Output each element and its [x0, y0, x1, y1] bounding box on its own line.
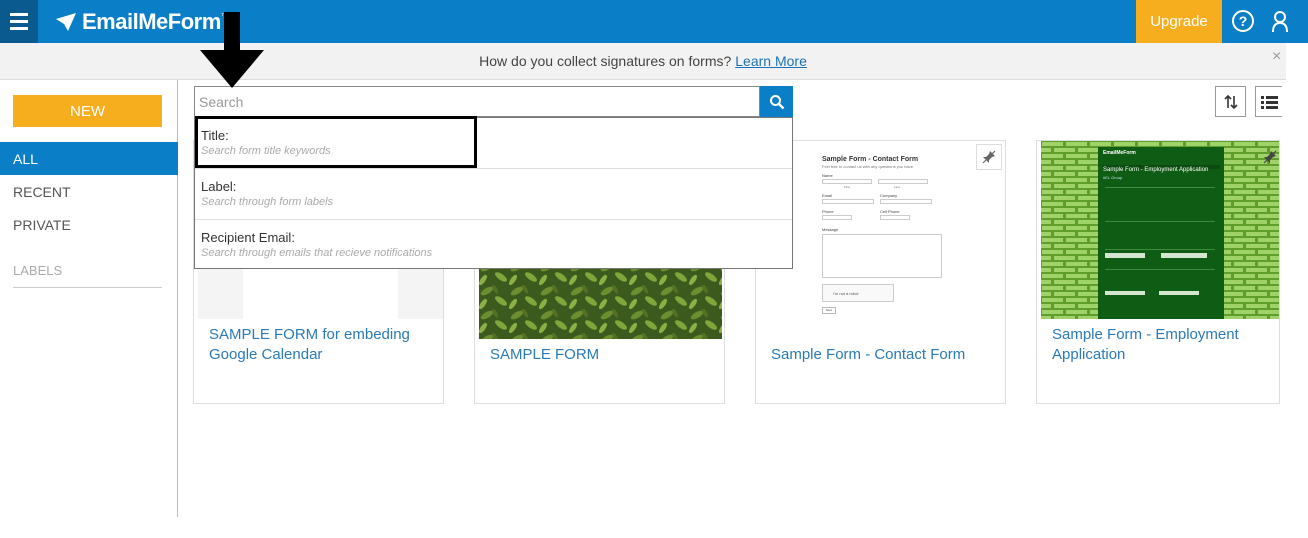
option-hint: Search through emails that recieve notif…: [201, 247, 433, 259]
form-title[interactable]: Sample Form - Employment Application: [1052, 325, 1277, 365]
upgrade-button[interactable]: Upgrade: [1136, 0, 1222, 43]
new-form-button[interactable]: NEW: [13, 95, 162, 127]
sort-button[interactable]: [1215, 86, 1246, 117]
learn-more-link[interactable]: Learn More: [735, 53, 807, 69]
user-icon[interactable]: [1272, 10, 1288, 34]
sidebar-item-private[interactable]: PRIVATE: [0, 208, 178, 241]
form-thumbnail: Sample Form - Contact Form Feel free to …: [760, 141, 1003, 319]
search-option-recipient-email[interactable]: Recipient Email: Search through emails t…: [195, 220, 792, 271]
sidebar-item-recent[interactable]: RECENT: [0, 175, 178, 208]
pin-button[interactable]: [976, 144, 1002, 170]
option-hint: Search through form labels: [201, 196, 334, 208]
unpin-icon: [982, 150, 996, 164]
form-title[interactable]: SAMPLE FORM for embeding Google Calendar: [209, 325, 434, 365]
labels-heading: LABELS: [13, 263, 63, 278]
top-header: EmailMeForm ™ Upgrade ?: [0, 0, 1308, 43]
search-input[interactable]: [194, 86, 760, 117]
close-icon[interactable]: ×: [1272, 48, 1281, 66]
list-view-icon: [1261, 95, 1278, 109]
help-icon[interactable]: ?: [1232, 10, 1254, 32]
divider: [13, 287, 162, 288]
form-title[interactable]: SAMPLE FORM: [490, 345, 715, 365]
form-title[interactable]: Sample Form - Contact Form: [771, 345, 996, 365]
sidebar: NEW ALL RECENT PRIVATE LABELS: [0, 80, 178, 517]
unpin-icon: [1263, 150, 1277, 164]
list-view-button[interactable]: [1255, 86, 1282, 117]
info-banner: How do you collect signatures on forms? …: [0, 43, 1286, 80]
highlight-box: [195, 116, 477, 168]
banner-text: How do you collect signatures on forms?: [479, 53, 732, 69]
search-button[interactable]: [760, 86, 793, 117]
thumb-heading: Sample Form - Contact Form: [822, 156, 919, 163]
menu-icon[interactable]: [0, 0, 38, 43]
envelope-logo-icon: [56, 13, 76, 31]
sort-icon: [1223, 94, 1238, 109]
arrow-down-icon: [200, 12, 264, 88]
option-label: Recipient Email:: [201, 230, 295, 245]
thumb-logo: EmailMeForm: [1103, 150, 1136, 156]
pin-button[interactable]: [1257, 144, 1279, 170]
thumb-subheading: Feel free to contact us with any questio…: [822, 164, 915, 169]
option-label: Label:: [201, 179, 237, 194]
search-icon: [769, 94, 784, 109]
thumb-subheading: #EL Group: [1103, 175, 1123, 180]
search-option-label[interactable]: Label: Search through form labels: [195, 169, 792, 220]
thumb-heading: Sample Form - Employment Application: [1103, 167, 1209, 173]
form-card[interactable]: EmailMeForm Sample Form - Employment App…: [1036, 140, 1280, 404]
sidebar-item-all[interactable]: ALL: [0, 142, 178, 175]
